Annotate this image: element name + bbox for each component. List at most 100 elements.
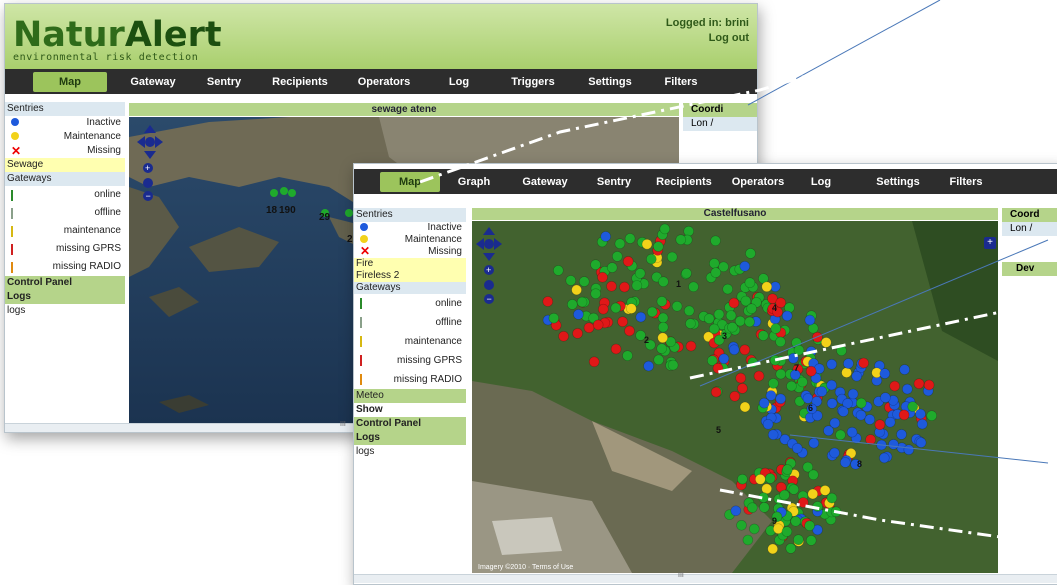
sensor-marker[interactable] bbox=[558, 331, 569, 342]
sensor-marker[interactable] bbox=[754, 473, 766, 485]
sensor-marker[interactable] bbox=[820, 337, 832, 348]
sensor-marker[interactable] bbox=[683, 305, 695, 317]
sensor-marker[interactable] bbox=[736, 519, 747, 531]
nav-operators[interactable]: Operators bbox=[730, 176, 786, 188]
logout-link[interactable]: Log out bbox=[666, 31, 749, 46]
sensor-marker[interactable] bbox=[775, 393, 787, 405]
gw-online[interactable]: online bbox=[354, 294, 466, 313]
sensor-marker[interactable] bbox=[656, 343, 667, 354]
sensor-marker[interactable] bbox=[592, 319, 604, 331]
satellite-map[interactable]: 1 2 3 4 5 6 7 8 9 Imagery ©2010 · Terms … bbox=[472, 221, 998, 573]
app-logo[interactable]: NaturAlert environmental risk detection bbox=[13, 16, 222, 63]
sensor-marker[interactable] bbox=[915, 408, 926, 420]
sensor-marker[interactable] bbox=[874, 419, 886, 430]
sensor-marker[interactable] bbox=[710, 386, 722, 398]
sensor-marker[interactable] bbox=[725, 310, 737, 321]
sensor-marker[interactable] bbox=[578, 276, 590, 287]
sensor-marker[interactable] bbox=[843, 358, 854, 369]
scroll-thumb-grip[interactable]: III bbox=[678, 572, 684, 579]
sensor-marker[interactable] bbox=[614, 238, 626, 250]
sensor-marker[interactable] bbox=[838, 406, 849, 417]
nav-operators[interactable]: Operators bbox=[349, 76, 419, 88]
sensor-marker[interactable] bbox=[896, 429, 907, 440]
nav-recipients[interactable]: Recipients bbox=[265, 76, 335, 88]
sensor-marker[interactable] bbox=[779, 489, 790, 501]
sensor-marker[interactable] bbox=[812, 501, 823, 512]
gw-missing-gprs[interactable]: missing GPRS bbox=[5, 240, 125, 258]
sensor-marker[interactable] bbox=[858, 357, 869, 369]
sensor-marker[interactable] bbox=[643, 360, 654, 372]
sensor-marker[interactable] bbox=[657, 312, 669, 324]
sensor-marker[interactable] bbox=[770, 323, 782, 334]
sensor-marker[interactable] bbox=[851, 370, 863, 382]
sensor-marker[interactable] bbox=[808, 437, 820, 449]
sensor-marker[interactable] bbox=[915, 437, 927, 448]
sensor-marker[interactable] bbox=[617, 316, 628, 327]
legend-maintenance[interactable]: Maintenance bbox=[354, 234, 466, 246]
sensor-marker[interactable] bbox=[683, 225, 694, 237]
sensor-marker[interactable] bbox=[631, 280, 643, 291]
nav-recipients[interactable]: Recipients bbox=[656, 176, 712, 188]
sensor-marker[interactable] bbox=[855, 397, 867, 409]
sensor-marker[interactable] bbox=[542, 296, 554, 307]
sensor-marker[interactable] bbox=[703, 313, 715, 324]
sensor-marker[interactable] bbox=[685, 318, 696, 329]
sensor-marker[interactable] bbox=[816, 386, 828, 397]
sensor-marker[interactable] bbox=[785, 543, 797, 554]
sensor-marker[interactable] bbox=[565, 275, 577, 286]
logs-link[interactable]: logs bbox=[5, 304, 125, 318]
meteo-header[interactable]: Meteo bbox=[354, 389, 466, 403]
gw-online[interactable]: online bbox=[5, 186, 125, 204]
sensor-marker[interactable] bbox=[889, 380, 901, 392]
sensor-marker[interactable] bbox=[622, 256, 634, 267]
sensor-marker[interactable] bbox=[739, 260, 751, 272]
sensor-marker[interactable] bbox=[839, 457, 851, 468]
gw-offline[interactable]: offline bbox=[354, 313, 466, 332]
sensor-marker[interactable] bbox=[658, 276, 669, 288]
sensor-marker[interactable] bbox=[745, 248, 756, 259]
group-sewage[interactable]: Sewage bbox=[5, 158, 125, 172]
sensor-marker[interactable] bbox=[804, 314, 816, 326]
nav-filters[interactable]: Filters bbox=[946, 176, 986, 188]
sensor-marker[interactable] bbox=[653, 241, 664, 252]
sensor-marker[interactable] bbox=[624, 325, 635, 337]
sensor-marker[interactable] bbox=[864, 414, 876, 425]
group-fire[interactable]: Fire bbox=[354, 258, 466, 270]
sensor-marker[interactable] bbox=[548, 312, 560, 324]
sensor-marker[interactable] bbox=[829, 447, 840, 459]
gw-offline[interactable]: offline bbox=[5, 204, 125, 222]
sensor-marker[interactable] bbox=[758, 502, 770, 513]
sensor-marker[interactable] bbox=[826, 379, 837, 391]
sensor-marker[interactable] bbox=[710, 235, 721, 247]
sensor-marker[interactable] bbox=[793, 344, 805, 356]
nav-log[interactable]: Log bbox=[439, 76, 479, 88]
sensor-marker[interactable] bbox=[744, 277, 756, 289]
nav-gateway[interactable]: Gateway bbox=[520, 176, 570, 188]
logs-link[interactable]: logs bbox=[354, 445, 466, 459]
sensor-marker[interactable] bbox=[737, 473, 748, 485]
sensor-marker[interactable] bbox=[635, 311, 647, 323]
nav-gateway[interactable]: Gateway bbox=[123, 76, 183, 88]
sensor-marker[interactable] bbox=[646, 253, 657, 265]
sensor-marker[interactable] bbox=[835, 429, 846, 441]
sensor-marker[interactable] bbox=[907, 401, 919, 412]
sensor-marker[interactable] bbox=[802, 393, 814, 404]
sensor-marker[interactable] bbox=[767, 429, 779, 440]
sensor-marker[interactable] bbox=[739, 344, 751, 356]
sensor-marker[interactable] bbox=[553, 265, 564, 276]
sensor-marker[interactable] bbox=[597, 271, 608, 283]
sensor-marker[interactable] bbox=[888, 439, 899, 450]
sensor-marker[interactable] bbox=[656, 296, 668, 307]
sensor-marker[interactable] bbox=[775, 368, 787, 380]
sensor-marker[interactable] bbox=[855, 409, 867, 421]
sensor-marker[interactable] bbox=[675, 234, 687, 246]
sensor-marker[interactable] bbox=[685, 340, 697, 352]
control-panel-header[interactable]: Control Panel bbox=[354, 417, 466, 431]
sensor-marker[interactable] bbox=[600, 231, 611, 242]
sensor-marker[interactable] bbox=[727, 322, 738, 333]
sensor-marker[interactable] bbox=[804, 520, 815, 532]
nav-log[interactable]: Log bbox=[806, 176, 836, 188]
sensor-marker[interactable] bbox=[624, 233, 636, 244]
sensor-marker[interactable] bbox=[847, 388, 859, 400]
sensor-marker[interactable] bbox=[728, 297, 740, 309]
